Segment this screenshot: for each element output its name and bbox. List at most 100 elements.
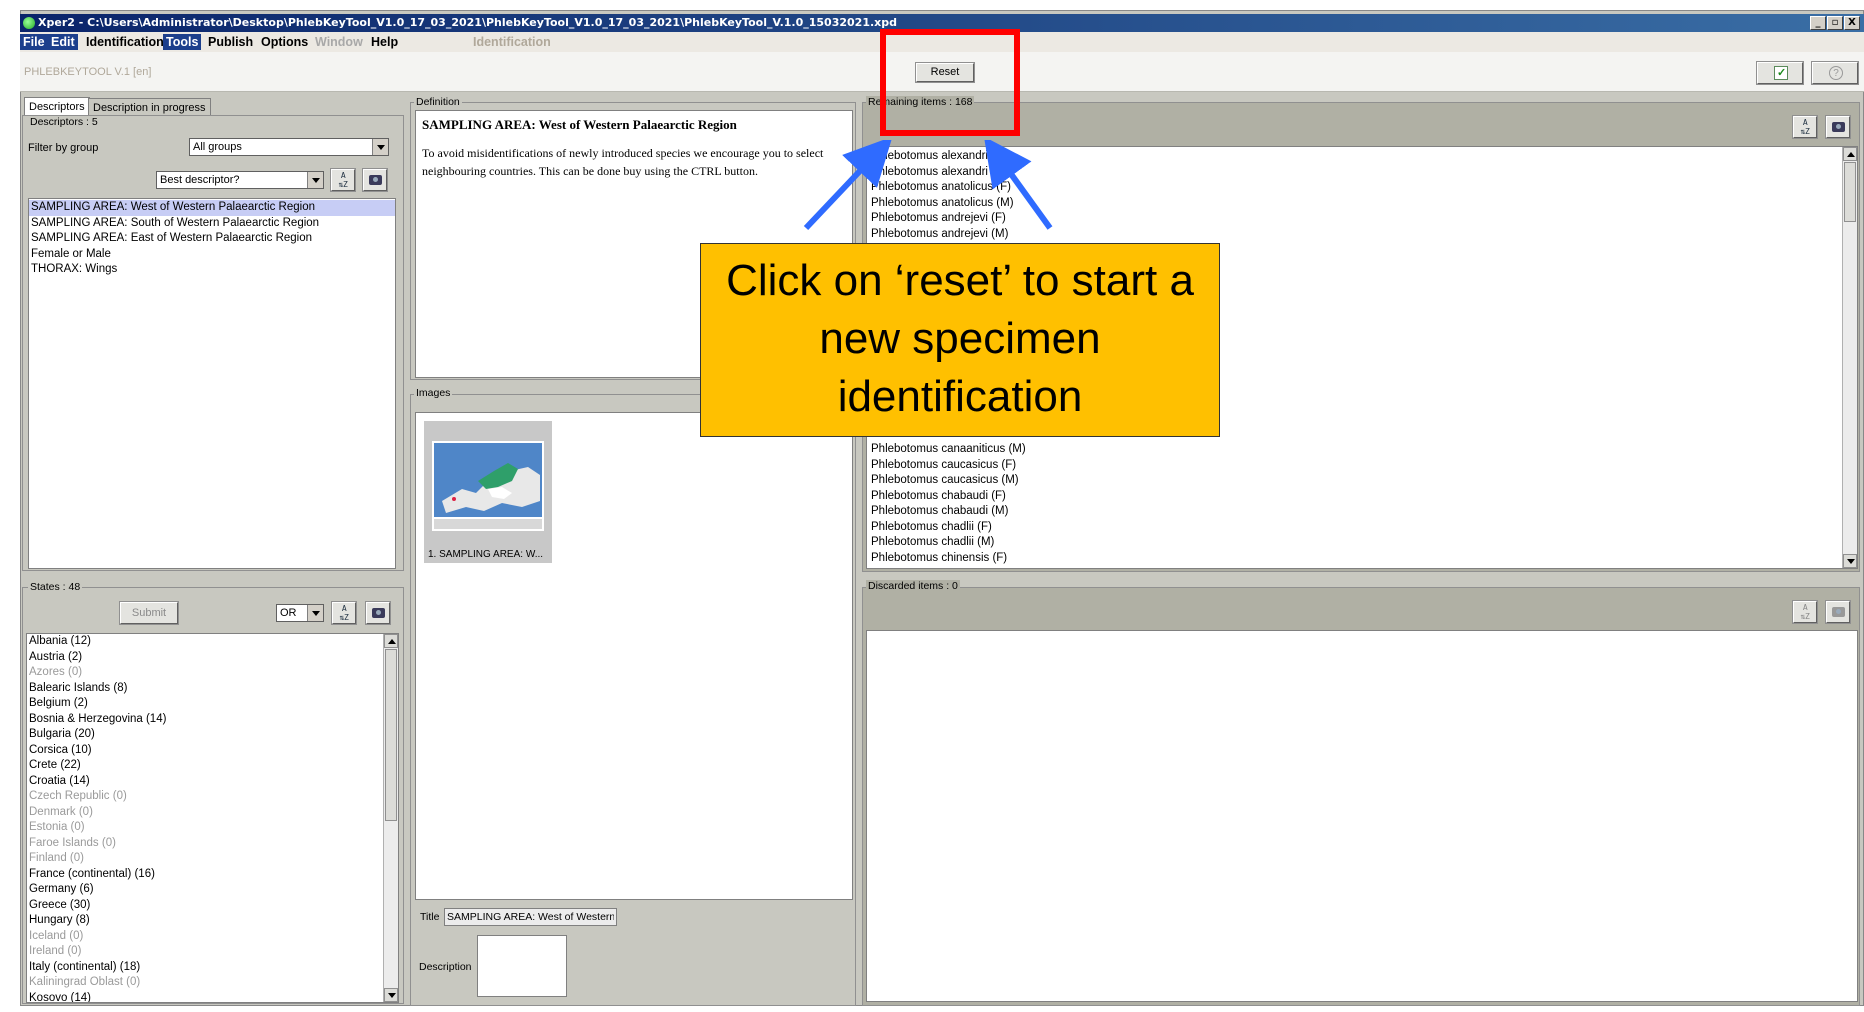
state-item[interactable]: Kaliningrad Oblast (0) bbox=[27, 975, 398, 991]
menu-file[interactable]: File bbox=[20, 34, 48, 50]
camera-icon bbox=[1832, 607, 1845, 617]
sort-az-icon: A ⇅Z bbox=[1800, 118, 1810, 136]
maximize-button[interactable]: ▫ bbox=[1827, 16, 1843, 30]
submit-button[interactable]: Submit bbox=[119, 601, 179, 625]
discarded-sort-az-button[interactable]: A ⇅Z bbox=[1792, 600, 1818, 624]
images-label: Images bbox=[414, 387, 453, 399]
state-item[interactable]: Faroe Islands (0) bbox=[27, 836, 398, 852]
scroll-up-icon[interactable] bbox=[1843, 147, 1857, 161]
state-item[interactable]: Croatia (14) bbox=[27, 774, 398, 790]
scroll-down-icon[interactable] bbox=[1843, 554, 1857, 568]
sort-az-icon: A ⇅Z bbox=[338, 171, 348, 189]
state-item[interactable]: Albania (12) bbox=[27, 634, 398, 650]
state-item[interactable]: Austria (2) bbox=[27, 650, 398, 666]
chevron-down-icon bbox=[372, 139, 388, 155]
remaining-item[interactable]: Phlebotomus chadlii (M) bbox=[869, 535, 1026, 551]
state-item[interactable]: Balearic Islands (8) bbox=[27, 681, 398, 697]
state-item[interactable]: Estonia (0) bbox=[27, 820, 398, 836]
state-item[interactable]: Ireland (0) bbox=[27, 944, 398, 960]
state-item[interactable]: Finland (0) bbox=[27, 851, 398, 867]
remaining-item[interactable]: Phlebotomus caucasicus (M) bbox=[869, 473, 1026, 489]
descriptor-item[interactable]: SAMPLING AREA: East of Western Palaearct… bbox=[29, 231, 395, 247]
help-button[interactable]: ? bbox=[1811, 61, 1859, 85]
operator-select[interactable]: OR bbox=[276, 604, 324, 622]
state-item[interactable]: Corsica (10) bbox=[27, 743, 398, 759]
minimize-button[interactable]: _ bbox=[1810, 16, 1826, 30]
states-sort-az-button[interactable]: A ⇅Z bbox=[331, 601, 357, 625]
descriptor-item[interactable]: SAMPLING AREA: South of Western Palaearc… bbox=[29, 216, 395, 232]
states-list: Albania (12) Austria (2) Azores (0) Baleari… bbox=[26, 633, 399, 1003]
definition-label: Definition bbox=[414, 96, 462, 108]
scroll-thumb[interactable] bbox=[1844, 162, 1856, 222]
scroll-thumb[interactable] bbox=[385, 649, 397, 821]
state-item[interactable]: Iceland (0) bbox=[27, 929, 398, 945]
chevron-down-icon bbox=[307, 605, 323, 621]
image-description-input[interactable] bbox=[477, 935, 567, 997]
state-item[interactable]: Bulgaria (20) bbox=[27, 727, 398, 743]
tab-description-in-progress[interactable]: Description in progress bbox=[88, 98, 211, 116]
reset-highlight-box bbox=[880, 29, 1020, 136]
image-title-input[interactable] bbox=[444, 908, 617, 926]
sort-descriptor-select[interactable]: Best descriptor? bbox=[156, 171, 324, 189]
state-item[interactable]: Greece (30) bbox=[27, 898, 398, 914]
remaining-camera-button[interactable] bbox=[1825, 115, 1851, 139]
menu-publish[interactable]: Publish bbox=[205, 34, 256, 50]
remaining-sort-az-button[interactable]: A ⇅Z bbox=[1792, 115, 1818, 139]
state-item[interactable]: Kosovo (14) bbox=[27, 991, 398, 1003]
descriptors-count: Descriptors : 5 bbox=[28, 116, 100, 128]
definition-body: To avoid misidentifications of newly int… bbox=[422, 146, 824, 178]
filter-label: Filter by group bbox=[28, 142, 99, 154]
filter-group-select[interactable]: All groups bbox=[189, 138, 389, 156]
callout-text: Click on ‘reset’ to start a new specimen… bbox=[726, 256, 1194, 421]
states-camera-button[interactable] bbox=[365, 601, 391, 625]
state-item[interactable]: Azores (0) bbox=[27, 665, 398, 681]
remaining-item[interactable]: Phlebotomus chinensis (F) bbox=[869, 551, 1026, 567]
operator-value: OR bbox=[280, 607, 297, 619]
state-item[interactable]: Crete (22) bbox=[27, 758, 398, 774]
menu-help[interactable]: Help bbox=[368, 34, 401, 50]
sort-descriptor-value: Best descriptor? bbox=[160, 174, 240, 186]
state-item[interactable]: Bosnia & Herzegovina (14) bbox=[27, 712, 398, 728]
state-item[interactable]: Denmark (0) bbox=[27, 805, 398, 821]
camera-icon bbox=[369, 175, 382, 185]
descriptor-item[interactable]: Female or Male bbox=[29, 247, 395, 263]
remaining-scrollbar[interactable] bbox=[1842, 147, 1857, 568]
check-icon: ✓ bbox=[1774, 66, 1788, 80]
scroll-down-icon[interactable] bbox=[384, 988, 398, 1002]
state-item[interactable]: Hungary (8) bbox=[27, 913, 398, 929]
remaining-item[interactable]: Phlebotomus chabaudi (M) bbox=[869, 504, 1026, 520]
tab-descriptors[interactable]: Descriptors bbox=[24, 97, 90, 115]
descriptor-item[interactable]: SAMPLING AREA: West of Western Palaearct… bbox=[29, 200, 395, 216]
menu-window[interactable]: Window bbox=[312, 34, 366, 50]
state-item[interactable]: France (continental) (16) bbox=[27, 867, 398, 883]
remaining-item[interactable]: Phlebotomus chadlii (F) bbox=[869, 520, 1026, 536]
arrow-left-icon bbox=[803, 140, 893, 231]
window-title: Xper2 - C:\Users\Administrator\Desktop\P… bbox=[38, 16, 897, 29]
map-image bbox=[432, 441, 544, 531]
descriptor-list: SAMPLING AREA: West of Western Palaearct… bbox=[28, 198, 396, 569]
states-scrollbar[interactable] bbox=[383, 634, 398, 1002]
definition-heading: SAMPLING AREA: West of Western Palaearct… bbox=[422, 117, 737, 132]
remaining-item[interactable]: Phlebotomus caucasicus (F) bbox=[869, 458, 1026, 474]
descriptor-item[interactable]: THORAX: Wings bbox=[29, 262, 395, 278]
menu-identification[interactable]: Identification bbox=[83, 34, 167, 50]
menu-edit[interactable]: Edit bbox=[48, 34, 78, 50]
discarded-camera-button[interactable] bbox=[1825, 600, 1851, 624]
state-item[interactable]: Belgium (2) bbox=[27, 696, 398, 712]
camera-icon bbox=[1832, 122, 1845, 132]
remaining-item[interactable]: Phlebotomus canaaniticus (M) bbox=[869, 442, 1026, 458]
menu-tools[interactable]: Tools bbox=[163, 34, 202, 50]
menu-options[interactable]: Options bbox=[258, 34, 311, 50]
sort-az-button[interactable]: A ⇅Z bbox=[330, 168, 356, 192]
close-button[interactable]: X bbox=[1844, 16, 1860, 30]
validate-button[interactable]: ✓ bbox=[1756, 61, 1804, 85]
image-thumbnail[interactable]: 1. SAMPLING AREA: W... bbox=[424, 421, 552, 563]
camera-button[interactable] bbox=[362, 168, 388, 192]
title-field-label: Title bbox=[420, 911, 440, 923]
state-item[interactable]: Italy (continental) (18) bbox=[27, 960, 398, 976]
sort-az-icon: A ⇅Z bbox=[339, 604, 349, 622]
remaining-item[interactable]: Phlebotomus chabaudi (F) bbox=[869, 489, 1026, 505]
state-item[interactable]: Germany (6) bbox=[27, 882, 398, 898]
scroll-up-icon[interactable] bbox=[384, 634, 398, 648]
state-item[interactable]: Czech Republic (0) bbox=[27, 789, 398, 805]
